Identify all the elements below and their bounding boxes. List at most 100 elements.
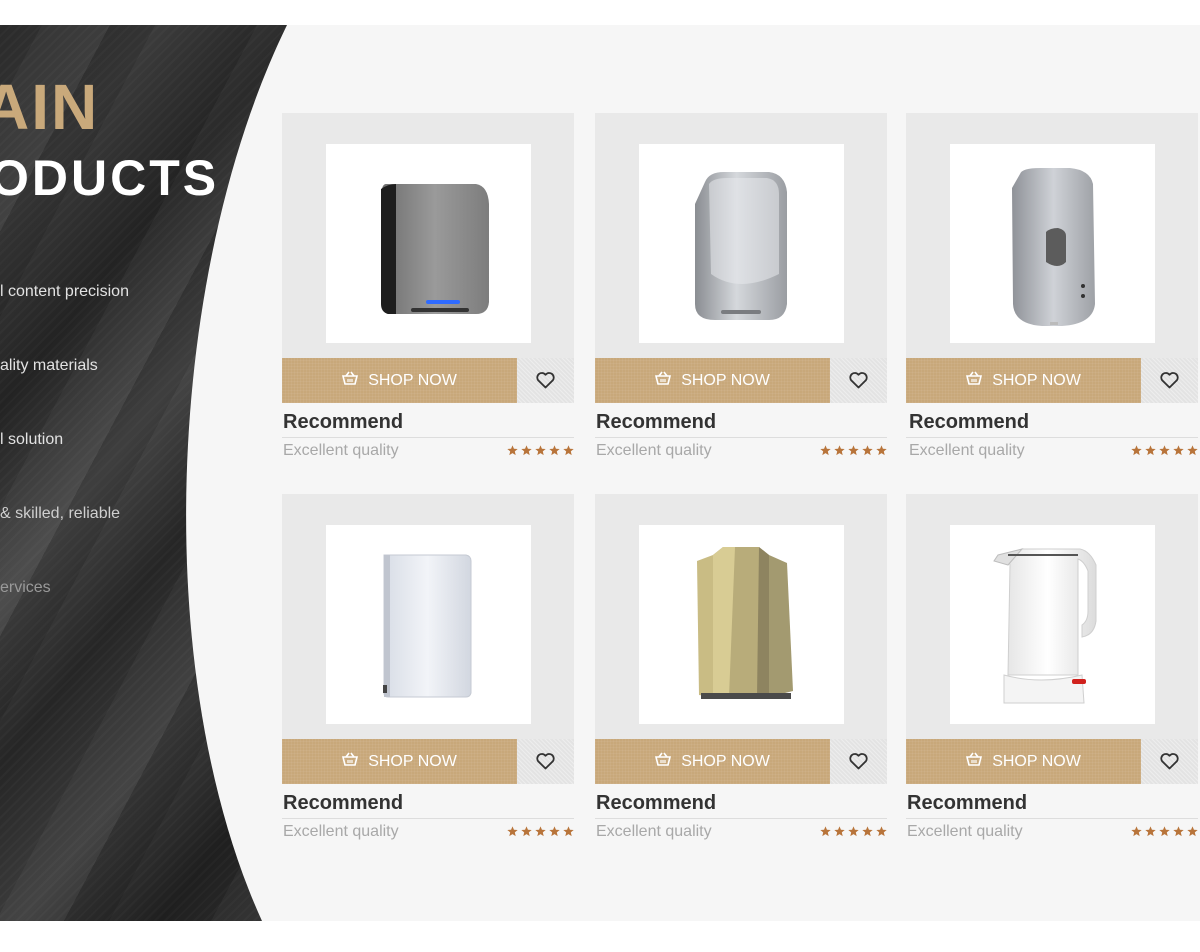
- star-icon: [862, 445, 873, 456]
- divider: [906, 437, 1198, 438]
- shop-now-label: SHOP NOW: [368, 371, 457, 389]
- product-card: SHOP NOW Recommend Excellent quality: [906, 494, 1198, 844]
- heart-icon: [1160, 372, 1179, 389]
- heart-icon: [1160, 753, 1179, 770]
- star-icon: [848, 826, 859, 837]
- hand-dryer-silver-wide-image: [381, 184, 489, 314]
- rating-stars: [1131, 826, 1198, 837]
- rating-stars: [507, 826, 574, 837]
- basket-icon: [342, 371, 359, 390]
- star-icon: [563, 826, 574, 837]
- feature-item: l content precision: [0, 283, 129, 300]
- product-image[interactable]: [950, 525, 1155, 724]
- star-icon: [1131, 826, 1142, 837]
- star-icon: [834, 445, 845, 456]
- hand-dryer-gold-image: [697, 547, 793, 699]
- basket-icon: [342, 752, 359, 771]
- star-icon: [521, 445, 532, 456]
- shop-now-label: SHOP NOW: [681, 371, 770, 389]
- divider: [282, 437, 574, 438]
- products-section: AIN ODUCTS l content precision ality mat…: [0, 25, 1200, 921]
- star-icon: [1159, 826, 1170, 837]
- star-icon: [876, 445, 887, 456]
- product-card: SHOP NOW Recommend Excellent quality: [282, 113, 574, 463]
- shop-now-label: SHOP NOW: [992, 752, 1081, 770]
- favorite-button[interactable]: [517, 739, 574, 784]
- star-icon: [862, 826, 873, 837]
- rating-stars: [1131, 445, 1198, 456]
- hero-title-line2: ODUCTS: [0, 150, 220, 206]
- feature-item: ality materials: [0, 357, 98, 374]
- heart-icon: [536, 753, 555, 770]
- hand-dryer-white-slim-image: [383, 554, 472, 698]
- favorite-button[interactable]: [1141, 358, 1198, 403]
- hand-dryer-silver-tall-image: [695, 172, 787, 320]
- favorite-button[interactable]: [517, 358, 574, 403]
- product-subtitle: Excellent quality: [596, 823, 712, 840]
- star-icon: [820, 826, 831, 837]
- star-icon: [1173, 826, 1184, 837]
- divider: [282, 818, 574, 819]
- favorite-button[interactable]: [1141, 739, 1198, 784]
- star-icon: [876, 826, 887, 837]
- star-icon: [535, 826, 546, 837]
- product-title[interactable]: Recommend: [909, 411, 1029, 434]
- product-title[interactable]: Recommend: [596, 411, 716, 434]
- star-icon: [1145, 826, 1156, 837]
- basket-icon: [655, 371, 672, 390]
- shop-now-label: SHOP NOW: [681, 752, 770, 770]
- shop-now-button[interactable]: SHOP NOW: [595, 739, 830, 784]
- star-icon: [521, 826, 532, 837]
- star-icon: [549, 445, 560, 456]
- feature-item: ervices: [0, 579, 51, 596]
- hero-panel: AIN ODUCTS l content precision ality mat…: [0, 25, 300, 921]
- basket-icon: [655, 752, 672, 771]
- product-image[interactable]: [950, 144, 1155, 343]
- favorite-button[interactable]: [830, 739, 887, 784]
- basket-icon: [966, 752, 983, 771]
- shop-now-button[interactable]: SHOP NOW: [282, 358, 517, 403]
- star-icon: [1187, 826, 1198, 837]
- product-subtitle: Excellent quality: [283, 442, 399, 459]
- rating-stars: [820, 826, 887, 837]
- star-icon: [1145, 445, 1156, 456]
- star-icon: [507, 445, 518, 456]
- shop-now-label: SHOP NOW: [368, 752, 457, 770]
- product-title[interactable]: Recommend: [283, 792, 403, 815]
- rating-stars: [507, 445, 574, 456]
- product-card: SHOP NOW Recommend Excellent quality: [906, 113, 1198, 463]
- product-image[interactable]: [326, 525, 531, 724]
- product-card: SHOP NOW Recommend Excellent quality: [595, 494, 887, 844]
- star-icon: [563, 445, 574, 456]
- star-icon: [1159, 445, 1170, 456]
- shop-now-button[interactable]: SHOP NOW: [906, 358, 1141, 403]
- product-image[interactable]: [639, 525, 844, 724]
- basket-icon: [966, 371, 983, 390]
- heart-icon: [849, 372, 868, 389]
- electric-kettle-white-image: [993, 548, 1097, 704]
- product-image[interactable]: [326, 144, 531, 343]
- shop-now-button[interactable]: SHOP NOW: [282, 739, 517, 784]
- favorite-button[interactable]: [830, 358, 887, 403]
- product-subtitle: Excellent quality: [283, 823, 399, 840]
- star-icon: [1131, 445, 1142, 456]
- product-title[interactable]: Recommend: [283, 411, 403, 434]
- divider: [595, 437, 887, 438]
- product-subtitle: Excellent quality: [907, 823, 1023, 840]
- star-icon: [848, 445, 859, 456]
- product-card: SHOP NOW Recommend Excellent quality: [595, 113, 887, 463]
- star-icon: [549, 826, 560, 837]
- shop-now-button[interactable]: SHOP NOW: [906, 739, 1141, 784]
- product-image[interactable]: [639, 144, 844, 343]
- shop-now-button[interactable]: SHOP NOW: [595, 358, 830, 403]
- product-image-frame: [906, 494, 1198, 739]
- product-title[interactable]: Recommend: [907, 792, 1027, 815]
- feature-item: & skilled, reliable: [0, 505, 121, 522]
- heart-icon: [536, 372, 555, 389]
- feature-item: l solution: [0, 431, 64, 448]
- product-image-frame: [282, 494, 574, 739]
- star-icon: [507, 826, 518, 837]
- star-icon: [535, 445, 546, 456]
- product-title[interactable]: Recommend: [596, 792, 716, 815]
- heart-icon: [849, 753, 868, 770]
